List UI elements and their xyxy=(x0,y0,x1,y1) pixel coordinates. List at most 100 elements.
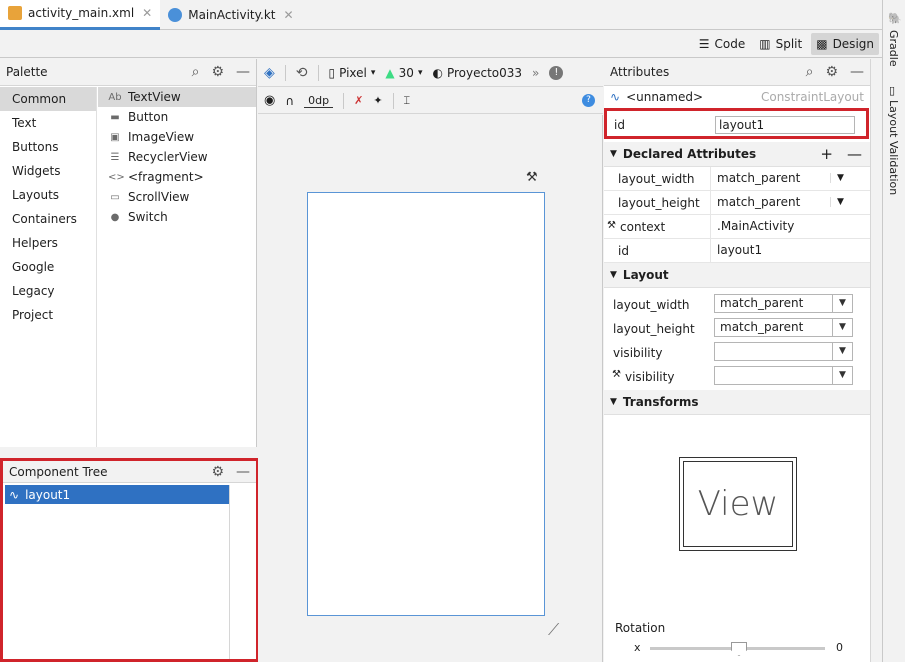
layout-section[interactable]: ▼ Layout xyxy=(604,263,870,288)
category-layouts[interactable]: Layouts xyxy=(0,183,96,207)
gear-icon[interactable]: ⚙ xyxy=(211,64,224,80)
component-tree-title: Component Tree xyxy=(9,464,108,479)
chevron-down-icon: ▾ xyxy=(370,67,376,78)
attribute-value[interactable]: match_parent xyxy=(710,191,830,214)
declared-row-layout-width[interactable]: layout_width match_parent ▼ xyxy=(604,167,870,191)
layout-validation-tool-tab[interactable]: Layout Validation xyxy=(887,100,900,195)
close-icon[interactable]: ✕ xyxy=(284,8,294,22)
close-icon[interactable]: ✕ xyxy=(142,6,152,20)
palette-item-button[interactable]: ▬ Button xyxy=(98,107,256,127)
layout-row-width[interactable]: layout_width match_parent ▼ xyxy=(604,292,870,316)
gradle-tool-tab[interactable]: Gradle xyxy=(887,30,900,67)
category-google[interactable]: Google xyxy=(0,255,96,279)
palette-item-label: Switch xyxy=(128,210,168,224)
category-legacy[interactable]: Legacy xyxy=(0,279,96,303)
layout-validation-icon: ▯ xyxy=(889,84,896,97)
attribute-value[interactable]: layout1 xyxy=(710,239,830,262)
orientation-icon[interactable]: ⟲ xyxy=(296,65,308,81)
category-common[interactable]: Common xyxy=(0,87,96,111)
attributes-panel: Attributes ⌕ ⚙ — ∿ <unnamed> ConstraintL… xyxy=(604,59,870,662)
minimize-icon[interactable]: — xyxy=(236,464,250,480)
layout-height-dropdown[interactable]: match_parent ▼ xyxy=(714,318,853,337)
palette-item-recyclerview[interactable]: ☰ RecyclerView xyxy=(98,147,256,167)
search-icon[interactable]: ⌕ xyxy=(806,64,814,80)
declared-row-layout-height[interactable]: layout_height match_parent ▼ xyxy=(604,191,870,215)
warning-icon[interactable]: ! xyxy=(549,65,564,80)
code-mode-button[interactable]: ☰ Code xyxy=(694,33,751,55)
theme-selector[interactable]: ◐ Proyecto033 xyxy=(432,66,522,80)
wrench-icon: ⚒ xyxy=(607,220,616,231)
layout-row-height[interactable]: layout_height match_parent ▼ xyxy=(604,316,870,340)
view-preview-box: View xyxy=(679,457,797,551)
code-lines-icon: ☰ xyxy=(698,37,710,51)
layout-row-tools-visibility[interactable]: ⚒ visibility ▼ xyxy=(604,364,870,388)
minimize-icon[interactable]: — xyxy=(236,64,250,80)
layers-icon[interactable]: ◈ xyxy=(264,65,275,81)
separator xyxy=(317,64,319,81)
guidelines-icon[interactable]: ⌶ xyxy=(404,94,411,108)
palette-item-textview[interactable]: Ab TextView xyxy=(98,87,256,107)
category-buttons[interactable]: Buttons xyxy=(0,135,96,159)
minimize-icon[interactable]: — xyxy=(850,64,864,80)
help-icon[interactable]: ? xyxy=(582,94,595,107)
chevron-down-icon[interactable]: ▼ xyxy=(830,173,844,183)
device-selector[interactable]: ▯ Pixel ▾ xyxy=(329,66,376,80)
palette-item-imageview[interactable]: ▣ ImageView xyxy=(98,127,256,147)
palette-items: Ab TextView ▬ Button ▣ ImageView ☰ Recyc… xyxy=(98,87,256,447)
chevron-down-icon[interactable]: ▼ xyxy=(830,197,844,207)
gear-icon[interactable]: ⚙ xyxy=(825,64,838,80)
palette-item-fragment[interactable]: <> <fragment> xyxy=(98,167,256,187)
slider-thumb[interactable] xyxy=(731,642,747,656)
attribute-value[interactable]: match_parent xyxy=(710,167,830,190)
collapse-triangle-icon: ▼ xyxy=(610,270,617,280)
remove-icon[interactable]: — xyxy=(847,145,862,163)
category-helpers[interactable]: Helpers xyxy=(0,231,96,255)
infer-constraints-icon[interactable]: ✦ xyxy=(373,94,382,107)
declared-row-context[interactable]: ⚒ context .MainActivity xyxy=(604,215,870,239)
category-containers[interactable]: Containers xyxy=(0,207,96,231)
palette-title: Palette xyxy=(6,65,48,79)
visibility-dropdown[interactable]: ▼ xyxy=(714,342,853,361)
id-input[interactable]: layout1 xyxy=(715,116,855,134)
overflow-icon[interactable]: » xyxy=(532,66,539,80)
device-preview-screen[interactable] xyxy=(307,192,545,616)
component-name: <unnamed> xyxy=(626,90,704,104)
id-attribute-row[interactable]: id layout1 xyxy=(604,108,869,139)
transform-preview-area: View xyxy=(604,415,870,615)
declared-attributes-section[interactable]: ▼ Declared Attributes + — xyxy=(604,142,870,167)
collapse-triangle-icon: ▼ xyxy=(610,149,617,159)
tree-row-layout1[interactable]: ∿ layout1 xyxy=(5,485,230,504)
tab-activity-main[interactable]: activity_main.xml ✕ xyxy=(0,0,161,30)
split-mode-button[interactable]: ▥ Split xyxy=(754,33,807,55)
chevron-down-icon: ▼ xyxy=(832,295,852,312)
magnet-off-icon[interactable]: ∩ xyxy=(285,94,294,108)
button-icon: ▬ xyxy=(110,111,120,123)
palette-item-scrollview[interactable]: ▭ ScrollView xyxy=(98,187,256,207)
category-project[interactable]: Project xyxy=(0,303,96,327)
api-selector[interactable]: ▲ 30 ▾ xyxy=(385,66,422,80)
clear-constraints-icon[interactable]: ✗ xyxy=(354,94,363,107)
tab-main-activity[interactable]: MainActivity.kt ✕ xyxy=(160,0,301,30)
resize-handle-icon[interactable]: ⟋ xyxy=(548,620,559,640)
tools-visibility-dropdown[interactable]: ▼ xyxy=(714,366,853,385)
palette-item-switch[interactable]: ● Switch xyxy=(98,207,256,227)
layout-row-visibility[interactable]: visibility ▼ xyxy=(604,340,870,364)
attributes-scrollbar[interactable] xyxy=(870,59,882,662)
add-icon[interactable]: + xyxy=(820,145,833,163)
search-icon[interactable]: ⌕ xyxy=(192,64,200,80)
rotation-controls: Rotation x 0 y 0 xyxy=(604,615,870,662)
declared-row-id[interactable]: id layout1 xyxy=(604,239,870,263)
transforms-section[interactable]: ▼ Transforms xyxy=(604,390,870,415)
palette-panel: Palette ⌕ ⚙ — Common Text Buttons Widget… xyxy=(0,59,257,447)
wrench-icon[interactable]: ⚒ xyxy=(526,170,538,185)
view-preview-label: View xyxy=(683,461,793,547)
category-text[interactable]: Text xyxy=(0,111,96,135)
layout-width-dropdown[interactable]: match_parent ▼ xyxy=(714,294,853,313)
gear-icon[interactable]: ⚙ xyxy=(211,464,224,480)
attribute-value[interactable]: .MainActivity xyxy=(710,215,830,238)
eye-icon[interactable]: ◉ xyxy=(264,93,275,108)
theme-label: Proyecto033 xyxy=(446,65,523,80)
default-margin-button[interactable]: 0dp xyxy=(304,94,334,108)
category-widgets[interactable]: Widgets xyxy=(0,159,96,183)
design-mode-button[interactable]: ▩ Design xyxy=(811,33,879,55)
